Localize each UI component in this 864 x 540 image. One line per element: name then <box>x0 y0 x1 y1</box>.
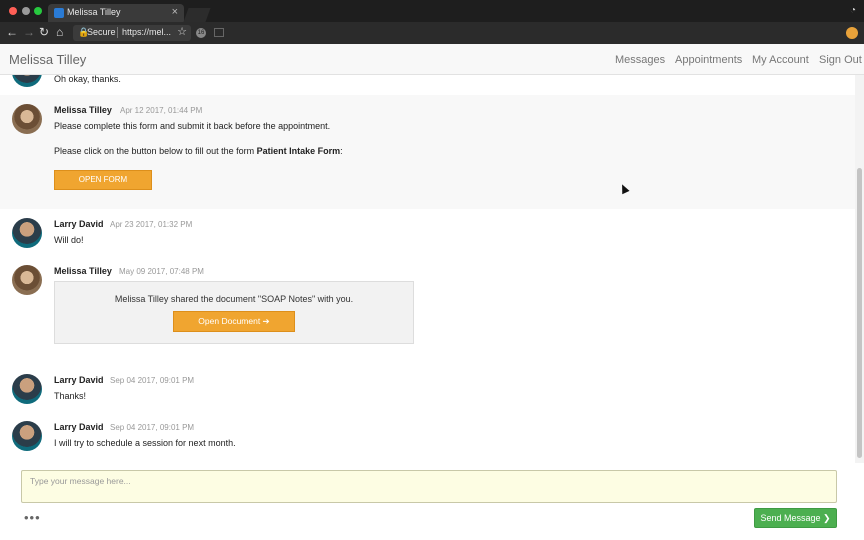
window-minimize-button[interactable] <box>22 7 30 15</box>
url-field[interactable]: 🔒 Secure https://mel... ☆ <box>73 25 191 41</box>
message-sender: Larry David <box>54 422 104 432</box>
message-sender: Larry David <box>54 219 104 229</box>
shared-document-card: Melissa Tilley shared the document "SOAP… <box>54 281 414 344</box>
secure-label: Secure <box>87 27 116 37</box>
url-text: https://mel... <box>122 27 172 37</box>
message-timestamp: Sep 04 2017, 09:01 PM <box>110 376 195 385</box>
message-text: I will try to schedule a session for nex… <box>54 438 236 448</box>
avatar <box>12 75 42 87</box>
avatar <box>12 265 42 295</box>
favicon-icon <box>54 8 64 18</box>
message-timestamp: Apr 12 2017, 01:44 PM <box>120 106 203 115</box>
avatar <box>12 421 42 451</box>
message-list: Oh okay, thanks. Melissa Tilley Apr 12 2… <box>0 75 855 463</box>
window-close-button[interactable] <box>9 7 17 15</box>
extension-icon[interactable] <box>214 28 224 37</box>
avatar <box>12 218 42 248</box>
back-icon[interactable]: ← <box>6 25 18 39</box>
reload-icon[interactable]: ↻ <box>39 25 49 39</box>
nav-messages[interactable]: Messages <box>615 54 665 66</box>
home-icon[interactable]: ⌂ <box>56 25 63 39</box>
message-text-prefix: Please click on the button below to fill… <box>54 146 257 156</box>
browser-address-bar: ← → ↻ ⌂ 🔒 Secure https://mel... ☆ 16 <box>0 22 864 44</box>
new-tab-button[interactable] <box>183 8 211 22</box>
send-message-button[interactable]: Send Message ❯ <box>754 508 837 528</box>
message-timestamp: May 09 2017, 07:48 PM <box>119 267 204 276</box>
extension-badge-icon[interactable]: 16 <box>196 28 206 38</box>
message-composer[interactable] <box>21 470 837 503</box>
message-text: Please click on the button below to fill… <box>54 146 343 156</box>
nav-appointments[interactable]: Appointments <box>675 54 742 66</box>
open-form-button[interactable]: OPEN FORM <box>54 170 152 190</box>
forward-icon[interactable]: → <box>23 25 35 39</box>
shared-document-text: Melissa Tilley shared the document "SOAP… <box>114 294 354 304</box>
brand-title[interactable]: Melissa Tilley <box>9 52 86 67</box>
bookmark-star-icon[interactable]: ☆ <box>177 25 187 38</box>
avatar <box>12 104 42 134</box>
incognito-icon: ◔ <box>849 5 856 16</box>
more-options-icon[interactable]: ••• <box>24 510 41 525</box>
browser-tab[interactable]: Melissa Tilley × <box>48 4 184 22</box>
window-maximize-button[interactable] <box>34 7 42 15</box>
message-sender: Melissa Tilley <box>54 105 112 115</box>
avatar <box>12 374 42 404</box>
form-name: Patient Intake Form <box>256 146 341 156</box>
message-text-suffix: : <box>340 146 343 156</box>
app-navbar: Melissa Tilley Messages Appointments My … <box>0 44 864 75</box>
divider <box>117 27 118 38</box>
message-timestamp: Sep 04 2017, 09:01 PM <box>110 423 195 432</box>
message-text: Will do! <box>54 235 84 245</box>
nav-my-account[interactable]: My Account <box>752 54 809 66</box>
tab-title: Melissa Tilley <box>67 7 121 17</box>
message-timestamp: Apr 23 2017, 01:32 PM <box>110 220 193 229</box>
message-text: Oh okay, thanks. <box>54 75 121 84</box>
tab-close-icon[interactable]: × <box>172 6 178 18</box>
open-document-button[interactable]: Open Document ➔ <box>173 311 295 332</box>
profile-avatar-icon[interactable] <box>846 27 858 39</box>
message-sender: Larry David <box>54 375 104 385</box>
browser-tab-bar: Melissa Tilley × ◔ <box>0 0 864 22</box>
scrollbar-thumb[interactable] <box>857 168 862 458</box>
message-text: Please complete this form and submit it … <box>54 121 331 131</box>
message-text: Thanks! <box>54 391 87 401</box>
nav-sign-out[interactable]: Sign Out <box>819 54 862 66</box>
message-sender: Melissa Tilley <box>54 266 112 276</box>
message-input[interactable] <box>22 471 836 502</box>
